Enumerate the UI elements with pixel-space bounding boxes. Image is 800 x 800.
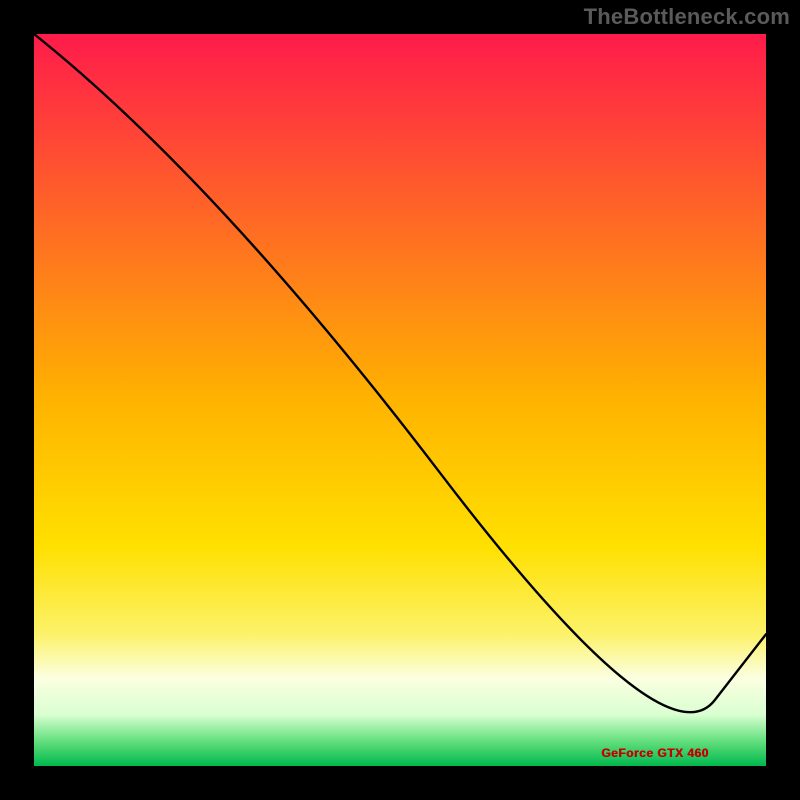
min-annotation: GeForce GTX 460 <box>601 746 709 760</box>
plot-svg <box>34 34 766 766</box>
watermark-text: TheBottleneck.com <box>584 4 790 30</box>
plot-area: GeForce GTX 460 <box>34 34 766 766</box>
chart-frame: TheBottleneck.com GeForce GTX 460 <box>0 0 800 800</box>
gradient-background <box>34 34 766 766</box>
